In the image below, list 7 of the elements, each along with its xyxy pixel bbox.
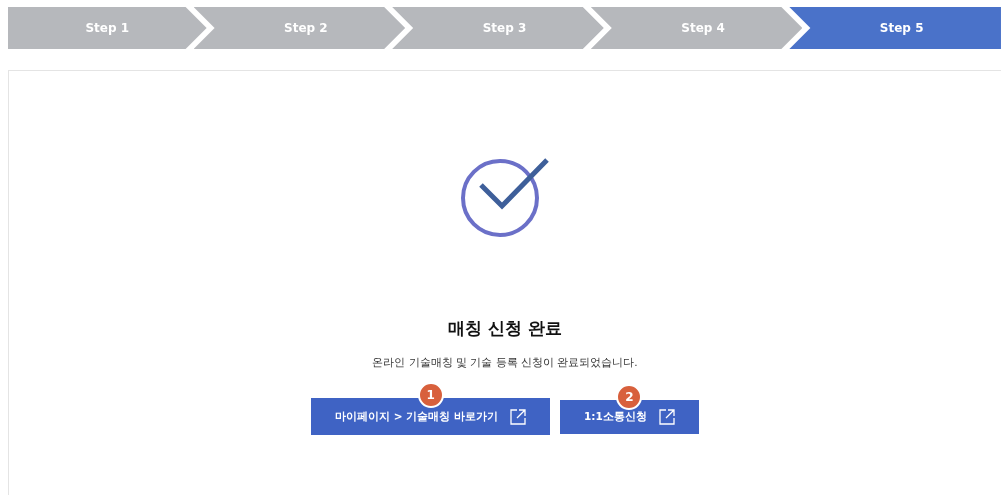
external-link-icon: [509, 408, 526, 425]
link-button[interactable]: 마이페이지 > 기술매칭 바로가기: [311, 398, 550, 435]
number-badge: 1: [417, 382, 444, 408]
result-title: 매칭 신청 완료: [448, 317, 562, 340]
number-badge: 2: [616, 383, 643, 410]
result-message: 온라인 기술매칭 및 기술 등록 신청이 완료되었습니다.: [372, 356, 638, 370]
external-link-icon: [658, 408, 675, 425]
